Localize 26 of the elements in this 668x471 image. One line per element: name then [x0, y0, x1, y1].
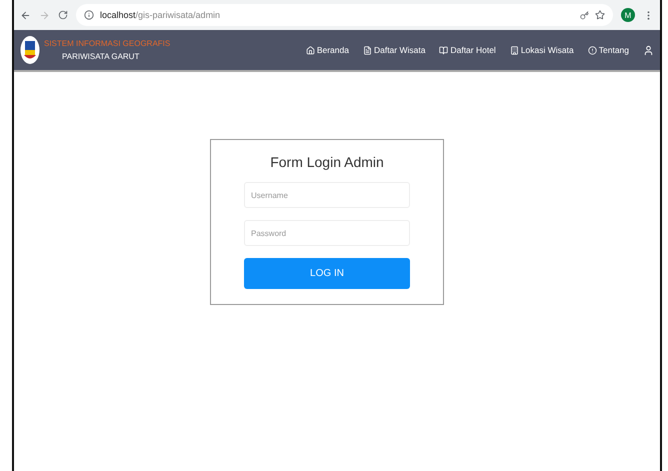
nav-link[interactable]: Lokasi Wisata [510, 45, 574, 55]
password-field[interactable]: Password [244, 220, 410, 246]
nav-link[interactable]: Tentang [588, 45, 629, 55]
url-text: localhost/gis-pariwisata/admin [100, 10, 220, 20]
logo-emblem-icon [20, 35, 40, 65]
nav-link[interactable]: Beranda [306, 45, 349, 55]
username-field[interactable]: Username [244, 182, 410, 208]
building-icon [510, 46, 519, 54]
info-icon[interactable] [84, 10, 94, 20]
reload-icon[interactable] [58, 10, 68, 20]
address-bar[interactable]: localhost/gis-pariwisata/admin [76, 4, 613, 26]
site-title: SISTEM INFORMASI GEOGRAFIS [44, 39, 170, 48]
nav-link[interactable]: Daftar Hotel [439, 45, 496, 55]
user-nav-link[interactable] [643, 44, 654, 56]
key-icon[interactable] [580, 10, 589, 20]
nav-link[interactable]: Daftar Wisata [362, 45, 426, 55]
book-icon [439, 46, 448, 54]
document-icon [362, 46, 372, 54]
form-title: Form Login Admin [270, 154, 384, 170]
exclamation-icon [588, 46, 597, 54]
profile-avatar[interactable]: M [621, 8, 635, 22]
site-subtitle: PARIWISATA GARUT [61, 52, 140, 61]
home-icon [306, 46, 315, 54]
user-icon [643, 44, 654, 56]
back-icon[interactable] [20, 10, 31, 20]
bookmark-star-icon[interactable] [595, 10, 605, 20]
